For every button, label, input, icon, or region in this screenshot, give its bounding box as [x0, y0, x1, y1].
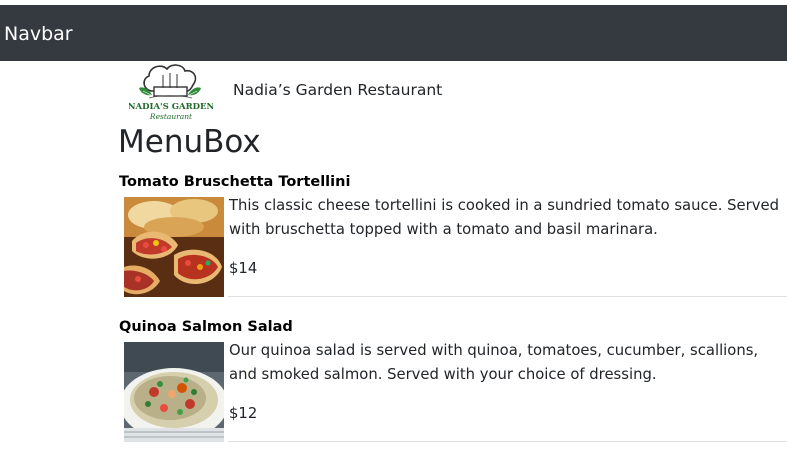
menu-item-description: Our quinoa salad is served with quinoa, … — [229, 342, 759, 383]
item-divider — [228, 441, 787, 442]
menu-item-price: $14 — [229, 260, 258, 277]
item-divider — [228, 296, 787, 297]
brand-row: NADIA'S GARDEN Restaurant Nadia’s Garden… — [128, 61, 442, 124]
menu-item-price: $12 — [229, 405, 258, 422]
logo-text-line1: NADIA'S GARDEN — [129, 102, 213, 112]
menu-item-description: This classic cheese tortellini is cooked… — [229, 197, 779, 238]
bruschetta-photo-icon — [124, 197, 224, 297]
menu-item-name: Quinoa Salmon Salad — [119, 319, 293, 335]
logo-text-line2: Restaurant — [149, 112, 193, 121]
chef-hat-logo-icon: NADIA'S GARDEN Restaurant — [128, 61, 215, 123]
restaurant-name: Nadia’s Garden Restaurant — [233, 81, 443, 99]
navbar-brand[interactable]: Navbar — [4, 23, 73, 45]
menu-item-name: Tomato Bruschetta Tortellini — [119, 174, 351, 190]
navbar: Navbar — [0, 5, 787, 61]
menu-title: MenuBox — [118, 124, 261, 160]
salad-photo-icon — [124, 342, 224, 442]
